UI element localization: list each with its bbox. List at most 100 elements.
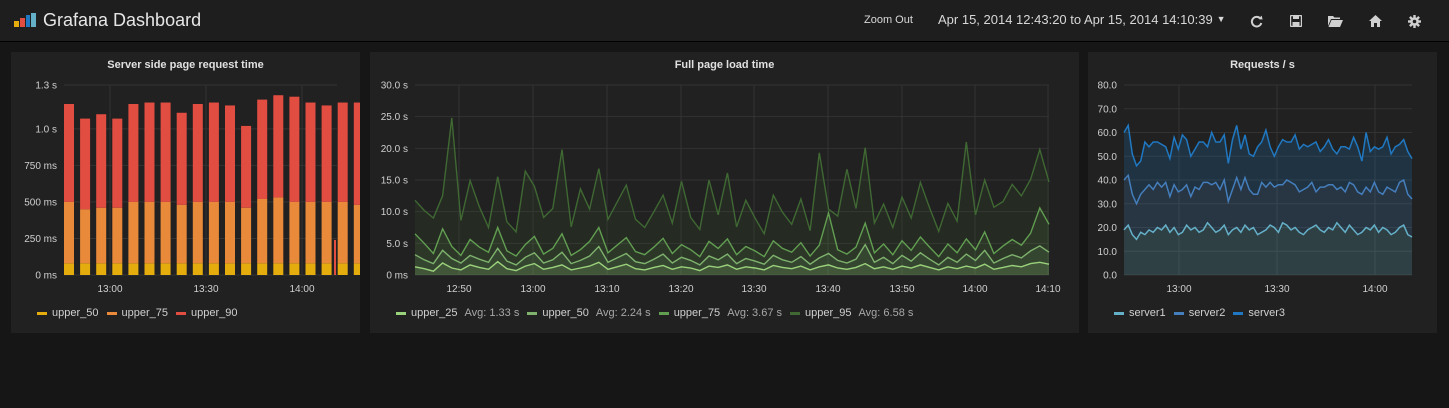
legend-swatch <box>1233 311 1244 315</box>
bar-upper_75 <box>353 204 360 264</box>
top-navbar: Grafana Dashboard Zoom Out Apr 15, 2014 … <box>0 0 1449 42</box>
home-icon[interactable] <box>1367 13 1383 29</box>
y-tick-label: 0 ms <box>35 271 57 282</box>
y-tick-label: 60.0 <box>1098 128 1118 139</box>
save-icon[interactable] <box>1288 13 1304 29</box>
caret-down-icon: ▼ <box>1216 14 1226 24</box>
legend-item-upper-90[interactable]: upper_90 <box>176 307 238 319</box>
y-tick-label: 750 ms <box>24 161 57 172</box>
legend-label: upper_50 <box>542 307 589 319</box>
legend-label: upper_75 <box>121 307 169 319</box>
legend-item-upper-25[interactable]: upper_25 Avg: 1.33 s <box>396 307 519 319</box>
legend-item-server2[interactable]: server2 <box>1173 307 1226 319</box>
bar-upper_75 <box>337 201 348 264</box>
bar-upper_90 <box>305 102 316 202</box>
bar-upper_50 <box>305 263 316 275</box>
bar-upper_75 <box>241 207 252 264</box>
legend-avg: Avg: 1.33 s <box>464 307 520 319</box>
x-tick-label: 14:10 <box>1035 284 1060 295</box>
bar-upper_75 <box>208 201 219 264</box>
bar-upper_90 <box>321 105 332 202</box>
bar-upper_90 <box>257 99 268 199</box>
bar-upper_75 <box>225 201 235 264</box>
y-tick-label: 40.0 <box>1098 176 1118 187</box>
legend-item-server1[interactable]: server1 <box>1114 307 1166 319</box>
x-tick-label: 13:40 <box>815 284 840 295</box>
y-tick-label: 0.0 <box>1103 271 1117 282</box>
y-tick-label: 10.0 s <box>381 207 408 218</box>
legend-swatch <box>658 311 669 315</box>
legend-avg: Avg: 3.67 s <box>727 307 783 319</box>
x-tick-label: 14:00 <box>1362 284 1387 295</box>
zoom-out-button[interactable]: Zoom Out <box>864 14 913 26</box>
x-tick-label: 13:50 <box>889 284 914 295</box>
legend-item-upper-95[interactable]: upper_95 Avg: 6.58 s <box>790 307 913 319</box>
gear-icon[interactable] <box>1406 13 1422 29</box>
bar-upper_75 <box>144 201 155 264</box>
bar-upper_75 <box>80 209 91 264</box>
bar-upper_90-partial <box>334 239 336 275</box>
legend-label: server3 <box>1248 307 1286 319</box>
y-tick-label: 25.0 s <box>381 112 408 123</box>
x-tick-label: 13:10 <box>594 284 619 295</box>
legend-avg: Avg: 6.58 s <box>858 307 914 319</box>
x-tick-label: 13:00 <box>97 284 122 295</box>
legend-item-upper-75[interactable]: upper_75 Avg: 3.67 s <box>658 307 783 319</box>
grafana-logo-icon <box>14 13 36 27</box>
bar-upper_50 <box>273 263 284 275</box>
legend-item-upper-50[interactable]: upper_50 <box>37 307 99 319</box>
area-chart: 30.0 s 25.0 s 20.0 s 15.0 s 10.0 s 5.0 s 0 ms 1… <box>381 81 1061 296</box>
time-range-picker[interactable]: Apr 15, 2014 12:43:20 to Apr 15, 2014 14… <box>938 12 1226 27</box>
panel-server-request-time: Server side page request time 1.3 s 1.0 s… <box>11 52 360 333</box>
bar-upper_50 <box>241 263 252 275</box>
brand[interactable]: Grafana Dashboard <box>14 8 201 32</box>
bar-upper_90 <box>112 118 123 208</box>
bar-upper_75 <box>112 207 123 264</box>
legend-label: upper_50 <box>52 307 99 319</box>
legend-label: server2 <box>1188 307 1226 319</box>
y-tick-label: 70.0 <box>1098 104 1118 115</box>
bar-upper_75 <box>96 207 107 264</box>
x-tick-label: 14:00 <box>289 284 314 295</box>
folder-open-icon[interactable] <box>1327 13 1343 29</box>
legend-item-server3[interactable]: server3 <box>1233 307 1285 319</box>
bar-upper_50 <box>112 263 123 275</box>
legend-swatch <box>176 311 186 315</box>
y-tick-label: 50.0 <box>1098 152 1118 163</box>
legend-label: upper_95 <box>805 307 852 319</box>
bar-upper_90 <box>64 104 74 202</box>
y-tick-label: 30.0 s <box>381 81 408 92</box>
bar-upper_90 <box>225 105 235 202</box>
legend-label: upper_90 <box>191 307 238 319</box>
bar-upper_75 <box>192 201 203 264</box>
x-tick-label: 13:30 <box>741 284 766 295</box>
y-tick-label: 5.0 s <box>386 239 408 250</box>
bar-upper_75 <box>128 201 139 264</box>
y-tick-label: 500 ms <box>24 197 57 208</box>
bar-upper_90 <box>144 102 155 202</box>
bar-upper_50 <box>353 263 360 275</box>
y-tick-label: 15.0 s <box>381 176 408 187</box>
bar-upper_50 <box>64 263 74 275</box>
legend-label: upper_25 <box>411 307 458 319</box>
dashboard-title: Grafana Dashboard <box>43 9 202 30</box>
bar-upper_50 <box>144 263 155 275</box>
bar-upper_90 <box>208 102 219 202</box>
legend-item-upper-50[interactable]: upper_50 Avg: 2.24 s <box>527 307 651 319</box>
bar-upper_75 <box>64 201 74 264</box>
x-tick-label: 13:00 <box>1166 284 1191 295</box>
y-tick-label: 250 ms <box>24 234 57 245</box>
legend-swatch <box>396 311 406 315</box>
legend-item-upper-75[interactable]: upper_75 <box>106 307 169 319</box>
x-tick-label: 13:20 <box>668 284 693 295</box>
bar-upper_90 <box>160 102 171 202</box>
legend: upper_50 upper_75 upper_90 <box>37 307 246 319</box>
panel-full-page-load-time: Full page load time 30.0 s 25.0 s 20.0 s 15… <box>370 52 1079 333</box>
refresh-icon[interactable] <box>1248 13 1264 29</box>
panel-requests-per-second: Requests / s 80.0 70.0 60.0 50.0 40.0 30.0 20.… <box>1088 52 1437 333</box>
bar-upper_75 <box>176 204 187 264</box>
bar-upper_75 <box>257 199 268 264</box>
x-tick-label: 13:30 <box>193 284 218 295</box>
bar-upper_50 <box>321 263 332 275</box>
bar-upper_90 <box>273 95 284 198</box>
